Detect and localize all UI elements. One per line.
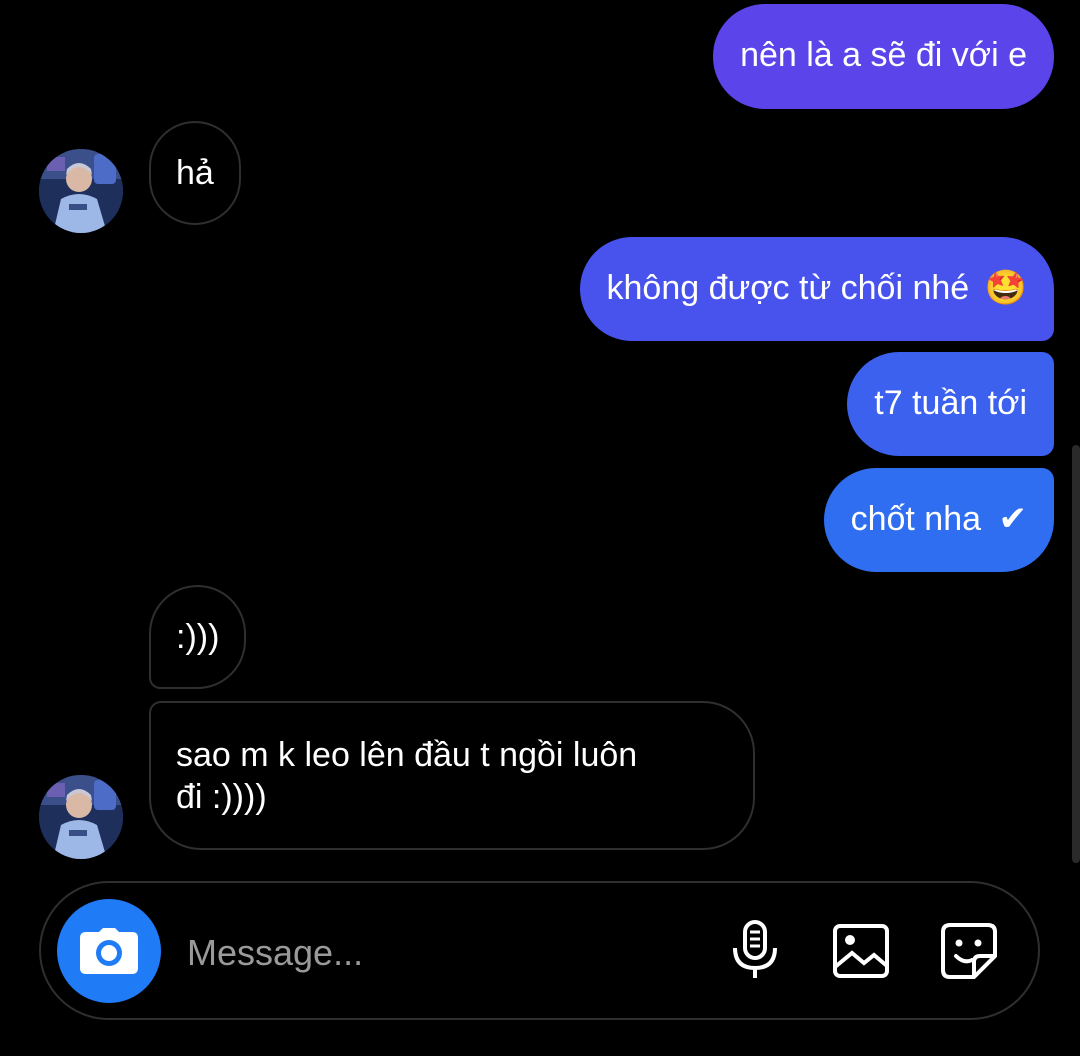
check-mark-icon: ✔ bbox=[998, 499, 1028, 539]
star-struck-emoji-icon: 🤩 bbox=[984, 268, 1027, 308]
message-bubble-sent[interactable]: nên là a sẽ đi với e bbox=[713, 4, 1054, 109]
gallery-button[interactable] bbox=[829, 919, 893, 983]
message-bubble-sent[interactable]: không được từ chối nhé 🤩 bbox=[579, 237, 1054, 341]
microphone-button[interactable] bbox=[723, 919, 787, 983]
message-text: nên là a sẽ đi với e bbox=[740, 36, 1027, 74]
message-text: sao m k leo lên đầu t ngồi luôn bbox=[176, 736, 638, 774]
message-text: không được từ chối nhé bbox=[606, 269, 970, 307]
microphone-icon bbox=[733, 920, 777, 978]
sticker-icon bbox=[941, 923, 997, 979]
message-bubble-sent[interactable]: chốt nha ✔ bbox=[823, 468, 1054, 572]
sticker-button[interactable] bbox=[937, 919, 1001, 983]
scrollbar[interactable] bbox=[1072, 445, 1080, 863]
message-text-line2: đi :)))) bbox=[176, 778, 267, 816]
message-bubble-received[interactable]: :))) bbox=[149, 585, 247, 689]
avatar[interactable] bbox=[39, 775, 123, 859]
message-text: t7 tuần tới bbox=[874, 384, 1027, 422]
gallery-icon bbox=[833, 924, 889, 978]
camera-icon bbox=[80, 928, 138, 974]
avatar-image bbox=[39, 149, 123, 233]
message-bubble-received[interactable]: sao m k leo lên đầu t ngồi luôn đi :)))) bbox=[149, 701, 755, 850]
message-text: chốt nha bbox=[850, 500, 982, 538]
message-bubble-sent[interactable]: t7 tuần tới bbox=[847, 352, 1054, 456]
message-text: hả bbox=[176, 154, 214, 192]
message-text: :))) bbox=[176, 618, 220, 656]
avatar[interactable] bbox=[39, 149, 123, 233]
message-input[interactable] bbox=[187, 925, 707, 981]
message-composer bbox=[39, 881, 1040, 1020]
camera-button[interactable] bbox=[57, 899, 161, 1003]
avatar-image bbox=[39, 775, 123, 859]
message-bubble-received[interactable]: hả bbox=[149, 121, 241, 225]
